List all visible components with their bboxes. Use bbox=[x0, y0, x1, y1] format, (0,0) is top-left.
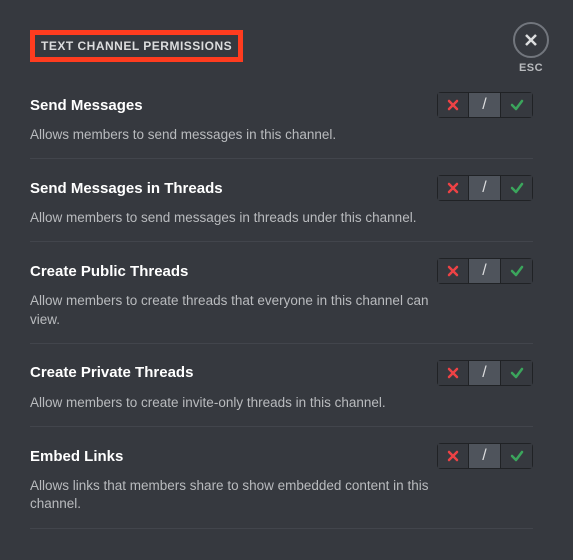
permission-title: Send Messages in Threads bbox=[30, 180, 223, 197]
esc-label: ESC bbox=[519, 62, 543, 74]
permission-row: Send Messages / Allows members to send m… bbox=[30, 76, 533, 159]
x-icon bbox=[446, 181, 460, 195]
permission-row: Create Public Threads / Allow members to… bbox=[30, 242, 533, 343]
toggle-allow[interactable] bbox=[501, 175, 533, 201]
permission-title: Embed Links bbox=[30, 448, 123, 465]
check-icon bbox=[510, 264, 524, 278]
x-icon bbox=[446, 98, 460, 112]
toggle-allow[interactable] bbox=[501, 360, 533, 386]
check-icon bbox=[510, 98, 524, 112]
toggle-deny[interactable] bbox=[437, 360, 469, 386]
permission-title: Send Messages bbox=[30, 97, 143, 114]
permission-title: Create Public Threads bbox=[30, 263, 188, 280]
permission-row: Embed Links / Allows links that members … bbox=[30, 427, 533, 528]
toggle-neutral[interactable]: / bbox=[469, 258, 501, 284]
toggle-neutral[interactable]: / bbox=[469, 443, 501, 469]
toggle-allow[interactable] bbox=[501, 443, 533, 469]
check-icon bbox=[510, 181, 524, 195]
close-button[interactable] bbox=[513, 22, 549, 58]
x-icon bbox=[446, 366, 460, 380]
toggle-deny[interactable] bbox=[437, 92, 469, 118]
check-icon bbox=[510, 449, 524, 463]
x-icon bbox=[446, 449, 460, 463]
section-header: TEXT CHANNEL PERMISSIONS bbox=[30, 30, 243, 62]
toggle-deny[interactable] bbox=[437, 175, 469, 201]
toggle-allow[interactable] bbox=[501, 258, 533, 284]
toggle-deny[interactable] bbox=[437, 258, 469, 284]
toggle-neutral[interactable]: / bbox=[469, 92, 501, 118]
close-group: ESC bbox=[513, 22, 549, 74]
permission-description: Allow members to send messages in thread… bbox=[30, 209, 450, 227]
permission-description: Allows links that members share to show … bbox=[30, 477, 450, 513]
permission-description: Allow members to create threads that eve… bbox=[30, 292, 450, 328]
close-icon bbox=[523, 32, 539, 48]
permission-toggle: / bbox=[437, 92, 533, 118]
permission-toggle: / bbox=[437, 258, 533, 284]
toggle-allow[interactable] bbox=[501, 92, 533, 118]
toggle-deny[interactable] bbox=[437, 443, 469, 469]
permission-description: Allow members to create invite-only thre… bbox=[30, 394, 450, 412]
permission-toggle: / bbox=[437, 443, 533, 469]
toggle-neutral[interactable]: / bbox=[469, 360, 501, 386]
permission-description: Allows members to send messages in this … bbox=[30, 126, 450, 144]
toggle-neutral[interactable]: / bbox=[469, 175, 501, 201]
permission-row: Create Private Threads / Allow members t… bbox=[30, 344, 533, 427]
check-icon bbox=[510, 366, 524, 380]
permission-toggle: / bbox=[437, 175, 533, 201]
permission-row: Send Messages in Threads / Allow members… bbox=[30, 159, 533, 242]
permission-title: Create Private Threads bbox=[30, 364, 193, 381]
permission-toggle: / bbox=[437, 360, 533, 386]
x-icon bbox=[446, 264, 460, 278]
